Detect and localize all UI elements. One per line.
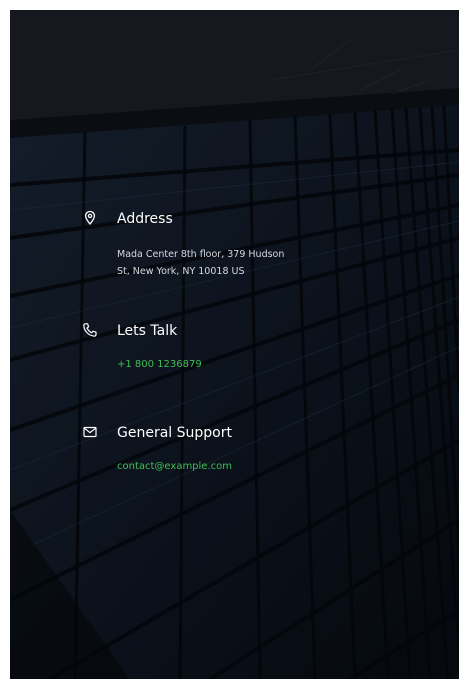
general-support-title: General Support [117,425,232,441]
envelope-icon [82,424,98,440]
address-line-2: St, New York, NY 10018 US [117,266,245,277]
email-link[interactable]: contact@example.com [117,460,232,474]
address-line-1: Mada Center 8th floor, 379 Hudson [117,249,285,260]
phone-link[interactable]: +1 800 1236879 [117,358,202,372]
lets-talk-title: Lets Talk [117,323,178,339]
address-title: Address [117,211,173,227]
phone-icon [82,322,98,338]
contact-list: Address Mada Center 8th floor, 379 Hudso… [10,10,459,679]
page: Address Mada Center 8th floor, 379 Hudso… [0,0,459,679]
contact-info-panel: Address Mada Center 8th floor, 379 Hudso… [10,10,459,679]
map-pin-icon [82,210,98,226]
address-text: Mada Center 8th floor, 379 Hudson St, Ne… [117,246,357,280]
